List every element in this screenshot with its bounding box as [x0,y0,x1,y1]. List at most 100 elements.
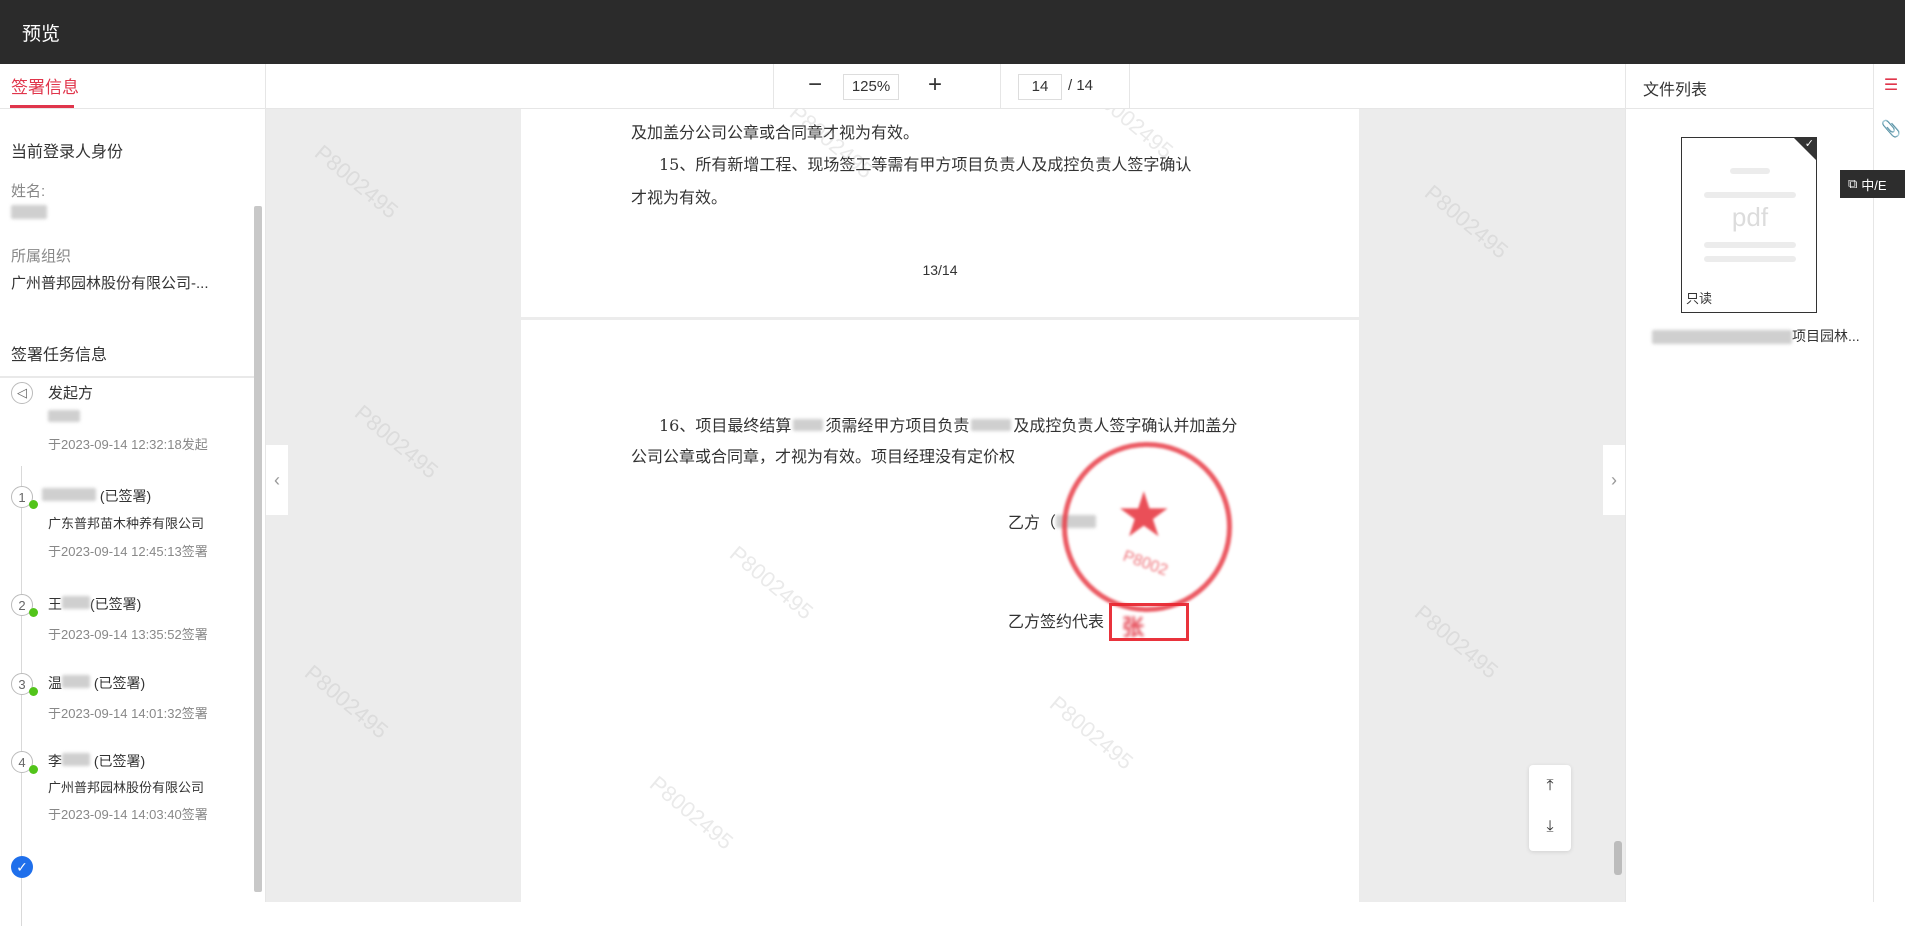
read-only-badge: 只读 [1686,291,1713,306]
signer-2-time: 于2023-09-14 13:35:52签署 [48,627,208,642]
signer-1-name: (已签署) [42,486,151,506]
translate-icon: ⧉ [1848,176,1858,191]
initiator-label: 发起方 [48,385,94,402]
signer-4-surname: 李 [48,753,62,769]
watermark: P8002495 [1045,690,1138,775]
file-card[interactable]: ✓ pdf 只读 [1681,137,1817,313]
signer-1-status: (已签署) [99,488,152,504]
doc-text-part: 及成控负责人签字确认并加盖分 [1013,416,1238,435]
last-page-icon[interactable]: ⤓ [1538,815,1562,839]
page-controls: 14 / 14 [1000,64,1130,109]
name-label: 姓名: [11,183,46,200]
signer-2-surname: 王 [48,596,62,612]
document-page-14: 16、项目最终结算 须需经甲方项目负责 及成控负责人签字确认并加盖分 公司公章或合同… [521,320,1359,902]
section-divider [0,376,256,378]
zoom-in-button[interactable]: + [921,72,949,100]
page-number-input[interactable]: 14 [1018,74,1062,100]
seal-code: P8002 [1120,547,1170,580]
page-number-label: 13/14 [922,262,958,278]
viewer-scrollbar[interactable] [1614,841,1622,875]
pdf-icon: pdf [1731,202,1769,232]
zoom-controls: − 125% + [773,64,1001,109]
doc-line: 才视为有效。 [631,188,728,207]
signer-3-surname: 温 [48,675,62,691]
tab-signing-info[interactable]: 签署信息 [11,73,79,98]
doc-text-part: 16、项目最终结算 [659,416,792,435]
send-icon: ◁ [11,382,33,404]
signer-1-org: 广东普邦苗木种养有限公司 [48,516,205,531]
page-total: / 14 [1068,77,1094,94]
doc-line: 15、所有新增工程、现场签工等需有甲方项目负责人及成控负责人签字确认 [659,155,1192,174]
signer-1-time: 于2023-09-14 12:45:13签署 [48,544,208,559]
watermark: P8002495 [1420,179,1513,264]
file-thumb-line [1730,168,1770,174]
document-list-icon[interactable]: ☰ [1881,76,1901,96]
signed-check-icon [29,687,38,696]
file-thumb-line [1704,242,1796,248]
page-nav-buttons: ⤒ ⤓ [1529,765,1571,851]
watermark: P8002495 [725,540,818,625]
page-title: 预览 [22,23,61,45]
company-seal: ★ P8002 [1062,442,1232,612]
signer-3-status: (已签署) [93,675,146,691]
signer-4-org: 广州普邦园林股份有限公司 [48,780,205,795]
file-thumb-line [1704,192,1796,198]
zoom-level[interactable]: 125% [843,74,899,100]
complete-check-icon: ✓ [11,856,33,878]
file-name[interactable]: 项目园林... [1652,326,1860,346]
seal-star-icon: ★ [1116,481,1172,550]
signed-check-icon [29,500,38,509]
file-name-text: 项目园林... [1792,328,1860,344]
signer-3-name: 温 (已签署) [48,673,145,693]
initiator-name [48,410,80,425]
document-page-13: 及加盖分公司公章或合同章才视为有效。 15、所有新增工程、现场签工等需有甲方项目… [521,109,1359,317]
collapse-left-arrow-icon[interactable]: ‹ [266,445,288,515]
zoom-out-button[interactable]: − [801,72,829,100]
first-page-icon[interactable]: ⤒ [1538,774,1562,798]
doc-text-part: 须需经甲方项目负责 [825,416,970,435]
identity-section-title: 当前登录人身份 [11,144,124,161]
file-list-panel: 文件列表 ✓ pdf 只读 项目园林... [1625,64,1873,902]
collapse-right-arrow-icon[interactable]: › [1603,445,1625,515]
language-label: 中/E [1861,177,1887,193]
viewer-toolbar: − 125% + 14 / 14 [266,64,1625,109]
signer-4-status: (已签署) [93,753,146,769]
watermark: P8002495 [350,399,443,484]
task-section-title: 签署任务信息 [11,347,108,364]
watermark: P8002495 [645,770,738,855]
signer-3-time: 于2023-09-14 14:01:32签署 [48,706,208,721]
org-label: 所属组织 [11,248,72,265]
signer-2-status: (已签署) [90,596,142,612]
signer-4-name: 李 (已签署) [48,751,145,771]
signature-box: 张 [1109,603,1189,641]
party-b-text: 乙方（ [1008,513,1057,532]
name-value [11,205,47,223]
selected-check-icon: ✓ [1804,138,1814,150]
left-tab-bar: 签署信息 [0,64,265,109]
doc-line: 16、项目最终结算 须需经甲方项目负责 及成控负责人签字确认并加盖分 [659,412,1237,436]
signing-info-panel: 签署信息 当前登录人身份 姓名: 所属组织 广州普邦园林股份有限公司-... 签… [0,64,266,926]
active-tab-indicator [10,105,74,108]
signed-check-icon [29,765,38,774]
signer-2-name: 王 (已签署) [48,594,141,614]
org-value: 广州普邦园林股份有限公司-... [11,275,209,292]
preview-app: 预览 签署信息 当前登录人身份 姓名: 所属组织 广州普邦园林股份有限公司-..… [0,0,1905,926]
top-bar: 预览 [0,0,1905,64]
watermark: P8002495 [310,139,403,224]
file-list-header: 文件列表 [1626,64,1873,109]
signer-4-time: 于2023-09-14 14:03:40签署 [48,807,208,822]
watermark: P8002495 [300,659,393,744]
doc-line: 及加盖分公司公章或合同章才视为有效。 [631,123,920,142]
file-list-title: 文件列表 [1643,82,1708,99]
document-viewer[interactable]: P8002495 P8002495 P8002495 P8002495 P800… [266,109,1625,902]
attachment-icon[interactable]: 📎 [1881,120,1901,140]
initiator-time: 于2023-09-14 12:32:18发起 [48,437,208,452]
signature: 张 [1122,615,1145,640]
watermark: P8002495 [1410,599,1503,684]
file-thumb-line [1704,256,1796,262]
party-b-rep-label: 乙方签约代表 [1008,612,1105,631]
signed-check-icon [29,608,38,617]
language-toggle[interactable]: ⧉ 中/E [1840,170,1905,198]
doc-line: 公司公章或合同章，才视为有效。项目经理没有定价权 [631,447,1016,466]
left-panel-scrollbar[interactable] [254,206,262,892]
